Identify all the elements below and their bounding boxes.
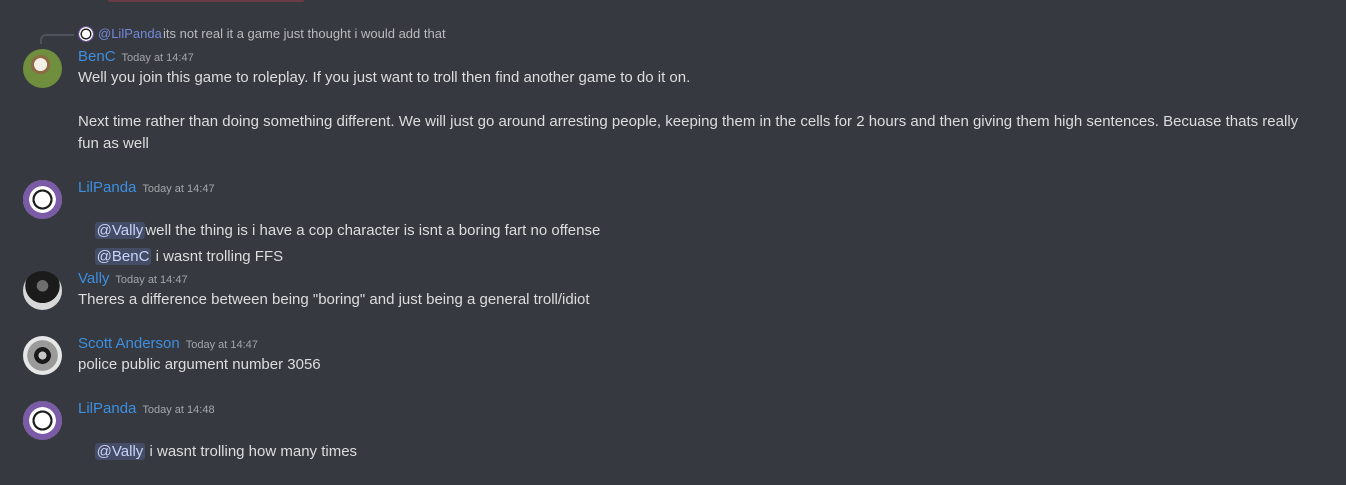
timestamp: Today at 14:47 (115, 274, 188, 286)
author-name[interactable]: LilPanda (78, 179, 136, 196)
message-body: i wasnt trolling FFS (151, 248, 284, 265)
author-name[interactable]: LilPanda (78, 400, 136, 417)
message-text: @Vally i wasnt trolling how many times (78, 419, 1318, 485)
avatar[interactable] (23, 49, 62, 88)
reply-connector (40, 34, 74, 44)
reply-mention[interactable]: @LilPanda (98, 26, 162, 42)
avatar[interactable] (23, 336, 62, 375)
reply-preview-text[interactable]: its not real it a game just thought i wo… (163, 26, 446, 42)
message-text: fun as well (78, 135, 149, 152)
message-body: i wasnt trolling how many times (145, 443, 358, 460)
timestamp: Today at 14:47 (142, 183, 215, 195)
avatar[interactable] (23, 401, 62, 440)
message-text: Well you join this game to roleplay. If … (78, 69, 691, 86)
reply-avatar[interactable] (78, 26, 94, 42)
author-name[interactable]: Scott Anderson (78, 335, 180, 352)
timestamp: Today at 14:47 (121, 52, 194, 64)
author-name[interactable]: BenC (78, 48, 116, 65)
user-mention[interactable]: @BenC (94, 248, 152, 265)
message-text: @BenC i wasnt trolling FFS (78, 224, 1318, 290)
avatar[interactable] (23, 180, 62, 219)
previous-message-embed-edge (108, 0, 304, 2)
timestamp: Today at 14:48 (142, 404, 215, 416)
author-name[interactable]: Vally (78, 270, 109, 287)
avatar[interactable] (23, 271, 62, 310)
message-text: Next time rather than doing something di… (78, 113, 1299, 130)
timestamp: Today at 14:47 (185, 339, 258, 351)
message-text: Theres a difference between being "borin… (78, 291, 590, 308)
user-mention[interactable]: @Vally (94, 443, 146, 460)
message-text: police public argument number 3056 (78, 356, 321, 373)
